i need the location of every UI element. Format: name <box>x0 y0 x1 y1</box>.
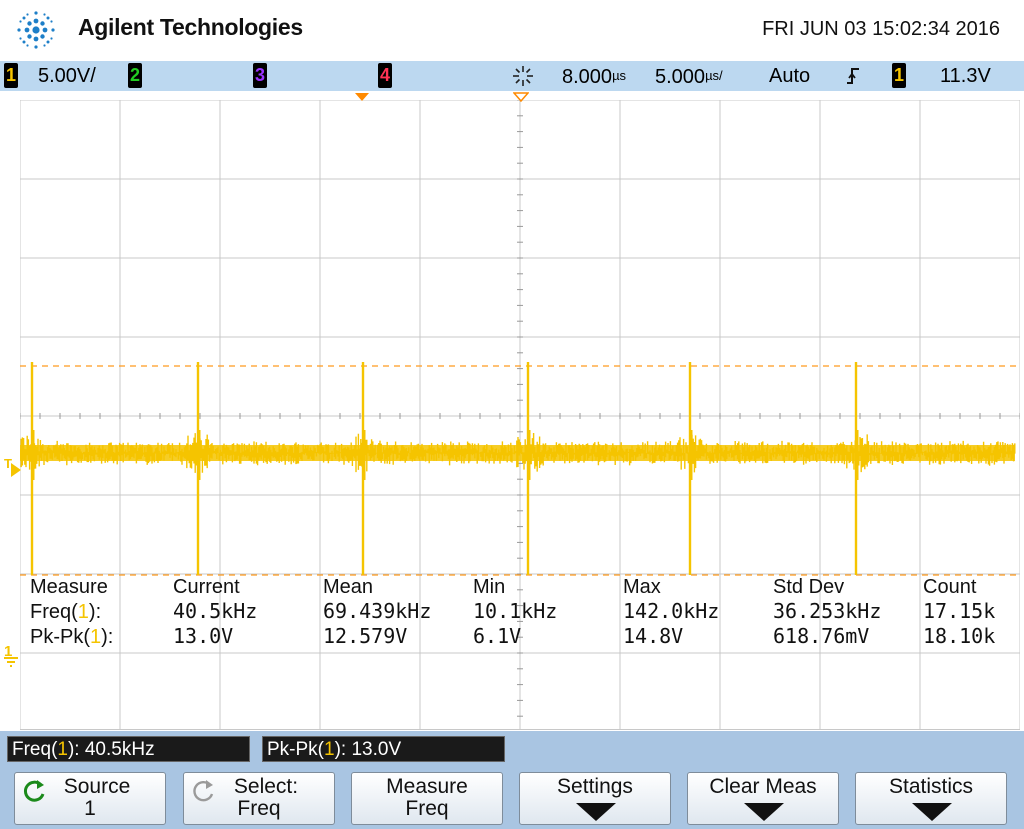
measure-value: 618.76mV <box>773 624 869 648</box>
measure-value: 10.1kHz <box>473 599 557 623</box>
measure-header: Measure <box>30 576 108 598</box>
channel-1-badge[interactable]: 1 <box>4 63 18 88</box>
waveform-display[interactable]: Measure Current Mean Min Max Std Dev Count Freq… <box>20 100 1020 730</box>
trigger-position-marker-icon <box>355 93 369 101</box>
measure-button[interactable]: Measure Freq <box>351 772 503 825</box>
time-delay[interactable]: 8.000µs <box>562 63 626 89</box>
channel-4-badge[interactable]: 4 <box>378 63 392 88</box>
ground-icon <box>4 657 18 667</box>
softkey-panel: Freq(1): 40.5kHz Pk-Pk(1): 13.0V Source … <box>0 731 1024 829</box>
time-reference-marker-icon <box>513 92 529 102</box>
settings-button[interactable]: Settings <box>519 772 671 825</box>
select-button[interactable]: Select: Freq <box>183 772 335 825</box>
time-scale[interactable]: 5.000µs/ <box>655 63 723 89</box>
measure-value: 17.15k <box>923 599 995 623</box>
submenu-arrow-icon <box>576 803 616 821</box>
measure-value: 6.1V <box>473 624 521 648</box>
measure-header: Current <box>173 576 240 598</box>
date-time: FRI JUN 03 15:02:34 2016 <box>762 18 1000 40</box>
measure-value: 36.253kHz <box>773 599 881 623</box>
trigger-source-badge[interactable]: 1 <box>892 63 906 88</box>
measure-value: 18.10k <box>923 624 995 648</box>
measure-value: 69.439kHz <box>323 599 431 623</box>
trigger-level[interactable]: 11.3V <box>940 63 991 89</box>
channel-2-badge[interactable]: 2 <box>128 63 142 88</box>
measure-header: Max <box>623 576 661 598</box>
channel-3-badge[interactable]: 3 <box>253 63 267 88</box>
pkpk-readout: Pk-Pk(1): 13.0V <box>262 736 505 762</box>
measure-row-label: Pk-Pk(1): <box>30 626 113 648</box>
time-reference-icon <box>513 66 533 86</box>
measure-value: 40.5kHz <box>173 599 257 623</box>
rising-edge-icon <box>847 68 859 84</box>
brand-name: Agilent Technologies <box>78 14 303 40</box>
source-button[interactable]: Source 1 <box>14 772 166 825</box>
agilent-spark-logo-icon <box>17 11 55 49</box>
measure-header: Count <box>923 576 977 598</box>
header: Agilent Technologies FRI JUN 03 15:02:34… <box>0 0 1024 60</box>
trigger-level-arrow-icon <box>11 463 21 477</box>
submenu-arrow-icon <box>912 803 952 821</box>
trace-band <box>20 445 1015 461</box>
measure-row-label: Freq(1): <box>30 601 101 623</box>
trigger-mode[interactable]: Auto <box>769 63 810 89</box>
freq-readout: Freq(1): 40.5kHz <box>7 736 250 762</box>
measure-header: Mean <box>323 576 373 598</box>
measure-value: 14.8V <box>623 624 683 648</box>
measure-value: 142.0kHz <box>623 599 719 623</box>
submenu-arrow-icon <box>744 803 784 821</box>
measure-header: Min <box>473 576 505 598</box>
measure-header: Std Dev <box>773 576 844 598</box>
measure-value: 13.0V <box>173 624 233 648</box>
statistics-button[interactable]: Statistics <box>855 772 1007 825</box>
clear-meas-button[interactable]: Clear Meas <box>687 772 839 825</box>
channel-1-scale[interactable]: 5.00V/ <box>38 63 96 89</box>
status-bar: 1 5.00V/ 2 3 4 8.000µs 5.000µs/ Auto 1 1… <box>0 61 1024 91</box>
measure-value: 12.579V <box>323 624 407 648</box>
